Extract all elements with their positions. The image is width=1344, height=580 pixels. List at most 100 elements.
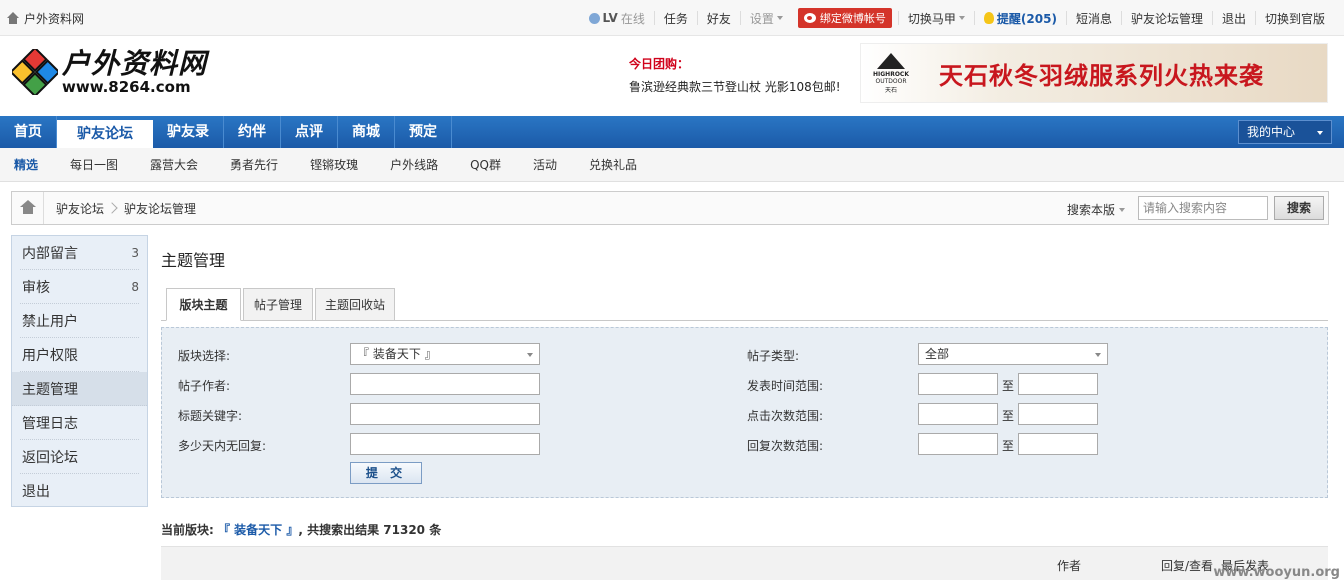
ad-banner[interactable]: HIGHROCK OUTDOOR 天石 天石秋冬羽绒服系列火热来袭 [860, 43, 1328, 103]
filter-form: 版块选择: 『 装备天下 』 帖子作者: 标题关键字: 多少天内无回复: 提 交… [161, 327, 1328, 498]
user-level[interactable]: LV 在线 [580, 10, 654, 27]
deal-title: 今日团购： [629, 57, 690, 71]
keyword-input[interactable] [350, 403, 540, 425]
chevron-right-icon [106, 202, 118, 214]
search-scope-dropdown[interactable]: 搜索本版 [1067, 201, 1126, 218]
breadcrumb-forum[interactable]: 驴友论坛 [56, 200, 104, 217]
nav-tab-home[interactable]: 首页 [0, 116, 57, 148]
forum-admin-link[interactable]: 驴友论坛管理 [1122, 10, 1212, 27]
content-tabs: 版块主题 帖子管理 主题回收站 [161, 288, 1328, 321]
nav-tab-mall[interactable]: 商城 [338, 116, 395, 148]
task-link[interactable]: 任务 [655, 10, 697, 27]
chevron-down-icon [958, 16, 965, 20]
subnav-item-daily-photo[interactable]: 每日一图 [54, 156, 134, 173]
chevron-down-icon [1119, 207, 1126, 212]
replies-range-label: 回复次数范围: [747, 439, 824, 453]
site-home-link[interactable]: 户外资料网 [6, 10, 84, 27]
tab-post-management[interactable]: 帖子管理 [243, 288, 313, 321]
subnav-item-featured[interactable]: 精选 [0, 156, 54, 173]
subnav-item-brave[interactable]: 勇者先行 [214, 156, 294, 173]
logo-title: 户外资料网 [62, 47, 208, 80]
range-separator: 至 [1002, 409, 1015, 423]
sidebar-item-ban-users[interactable]: 禁止用户 [20, 304, 139, 338]
home-icon[interactable] [12, 192, 44, 224]
submit-button[interactable]: 提 交 [350, 462, 422, 484]
sidebar-item-admin-log[interactable]: 管理日志 [20, 406, 139, 440]
sub-nav: 精选 每日一图 露营大会 勇者先行 铿锵玫瑰 户外线路 QQ群 活动 兑换礼品 [0, 148, 1344, 182]
friends-link[interactable]: 好友 [698, 10, 740, 27]
column-replies-views: 回复/查看 [1161, 559, 1214, 573]
replies-to-input[interactable] [1018, 433, 1098, 455]
search-button[interactable]: 搜索 [1274, 196, 1324, 220]
chevron-down-icon [1317, 131, 1323, 135]
replies-from-input[interactable] [918, 433, 998, 455]
chevron-down-icon [776, 16, 783, 20]
page-title: 主题管理 [161, 251, 226, 270]
current-forum-link[interactable]: 『 装备天下 』 [218, 523, 298, 537]
time-range-label: 发表时间范围: [747, 379, 824, 393]
no-reply-days-input[interactable] [350, 433, 540, 455]
reminder-link[interactable]: 提醒(205) [975, 10, 1066, 27]
banner-text: 天石秋冬羽绒服系列火热来袭 [939, 61, 1264, 90]
logout-link[interactable]: 退出 [1213, 10, 1255, 27]
weibo-icon [803, 13, 816, 23]
sidebar-item-internal-messages[interactable]: 内部留言 3 [20, 236, 139, 270]
clicks-from-input[interactable] [918, 403, 998, 425]
switch-vest-dropdown[interactable]: 切换马甲 [899, 10, 974, 27]
clicks-to-input[interactable] [1018, 403, 1098, 425]
site-name: 户外资料网 [24, 12, 85, 26]
thread-type-select[interactable]: 全部 [918, 343, 1108, 365]
tab-thread-recycle-bin[interactable]: 主题回收站 [315, 288, 395, 321]
subnav-item-qq[interactable]: QQ群 [454, 156, 517, 173]
sidebar-item-thread-management[interactable]: 主题管理 [12, 372, 147, 406]
nav-tab-booking[interactable]: 预定 [395, 116, 452, 148]
settings-dropdown[interactable]: 设置 [741, 10, 792, 27]
subnav-item-routes[interactable]: 户外线路 [374, 156, 454, 173]
mountain-icon [877, 52, 905, 69]
logo-icon [12, 49, 58, 95]
subnav-item-gifts[interactable]: 兑换礼品 [573, 156, 653, 173]
author-input[interactable] [350, 373, 540, 395]
subnav-item-roses[interactable]: 铿锵玫瑰 [294, 156, 374, 173]
forum-select[interactable]: 『 装备天下 』 [350, 343, 540, 365]
deal-text[interactable]: 鲁滨逊经典款三节登山杖 光影108包邮! [629, 78, 841, 95]
time-from-input[interactable] [918, 373, 998, 395]
search-result-summary: 当前版块: 『 装备天下 』, 共搜索出结果 71320 条 [161, 523, 442, 537]
top-nav: LV 在线 任务 好友 设置 绑定微博帐号 切换马甲 提醒(205) 短消息 驴… [580, 0, 1334, 36]
banner-brand-logo: HIGHROCK OUTDOOR 天石 [861, 44, 921, 102]
my-center-dropdown[interactable]: 我的中心 [1238, 120, 1332, 144]
breadcrumb: 驴友论坛 驴友论坛管理 搜索本版 搜索 [11, 191, 1329, 225]
search-input[interactable] [1138, 196, 1268, 220]
switch-official-link[interactable]: 切换到官版 [1256, 10, 1334, 27]
no-reply-days-label: 多少天内无回复: [178, 439, 267, 453]
nav-tab-companion[interactable]: 约伴 [224, 116, 281, 148]
home-icon [6, 12, 20, 25]
admin-sidebar: 内部留言 3 审核 8 禁止用户 用户权限 主题管理 管理日志 返回论坛 退出 [11, 235, 148, 507]
tab-forum-threads[interactable]: 版块主题 [166, 288, 241, 321]
daily-deal[interactable]: 今日团购： 鲁滨逊经典款三节登山杖 光影108包邮! [629, 55, 841, 95]
sidebar-item-user-permissions[interactable]: 用户权限 [20, 338, 139, 372]
thread-type-label: 帖子类型: [747, 349, 800, 363]
results-table-header: 作者 回复/查看 最后发表 [161, 546, 1328, 580]
author-label: 帖子作者: [178, 379, 231, 393]
breadcrumb-forum-admin[interactable]: 驴友论坛管理 [124, 200, 196, 217]
sidebar-item-moderation[interactable]: 审核 8 [20, 270, 139, 304]
subnav-item-camping[interactable]: 露营大会 [134, 156, 214, 173]
time-to-input[interactable] [1018, 373, 1098, 395]
sidebar-item-back-to-forum[interactable]: 返回论坛 [20, 440, 139, 474]
sidebar-item-logout[interactable]: 退出 [20, 474, 139, 508]
top-bar: 户外资料网 LV 在线 任务 好友 设置 绑定微博帐号 切换马甲 提醒(205) [0, 0, 1344, 36]
count-badge: 8 [131, 279, 139, 294]
subnav-item-events[interactable]: 活动 [517, 156, 573, 173]
nav-tab-forum[interactable]: 驴友论坛 [57, 120, 153, 148]
watermark: www.wooyun.org [1213, 565, 1340, 580]
site-logo[interactable]: 户外资料网 www.8264.com [12, 49, 207, 95]
main-nav: 首页 驴友论坛 驴友录 约伴 点评 商城 预定 我的中心 [0, 116, 1344, 148]
nav-tab-members[interactable]: 驴友录 [153, 116, 224, 148]
keyword-label: 标题关键字: [178, 409, 243, 423]
nav-tab-reviews[interactable]: 点评 [281, 116, 338, 148]
bind-weibo-button[interactable]: 绑定微博帐号 [797, 8, 892, 28]
logo-url: www.8264.com [62, 78, 191, 96]
user-icon [588, 12, 600, 24]
messages-link[interactable]: 短消息 [1067, 10, 1121, 27]
